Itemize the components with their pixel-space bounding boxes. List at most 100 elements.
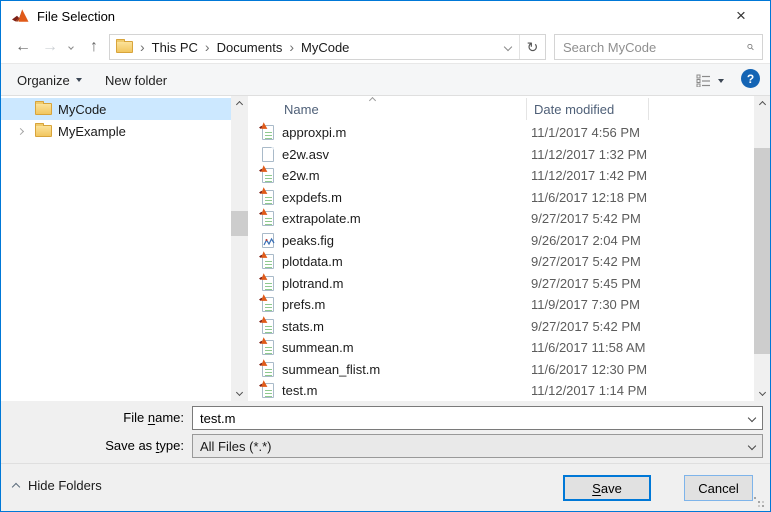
file-row[interactable]: e2w.asv 11/12/2017 1:32 PM xyxy=(248,144,754,166)
sidebar-item-label: MyExample xyxy=(58,123,126,139)
matlab-file-icon xyxy=(259,251,274,269)
expand-chevron-icon[interactable] xyxy=(16,127,25,135)
new-folder-button[interactable]: New folder xyxy=(97,68,175,92)
matlab-file-icon xyxy=(259,165,274,183)
breadcrumb-mycode[interactable]: MyCode xyxy=(301,40,349,55)
search-input[interactable] xyxy=(555,39,747,55)
forward-button[interactable]: → xyxy=(37,34,63,60)
file-row[interactable]: test.m 11/12/2017 1:14 PM xyxy=(248,380,754,402)
folder-icon xyxy=(116,39,133,53)
file-row[interactable]: stats.m 9/27/2017 5:42 PM xyxy=(248,315,754,338)
scroll-down-button[interactable] xyxy=(754,384,770,401)
scroll-up-button[interactable] xyxy=(231,96,248,113)
file-date-modified: 11/6/2017 12:30 PM xyxy=(531,361,648,377)
matlab-logo-icon xyxy=(12,9,29,22)
matlab-file-icon xyxy=(259,208,274,226)
fields-panel: File name: Save as type: All Files (*.*) xyxy=(1,401,770,463)
file-date-modified: 11/9/2017 7:30 PM xyxy=(531,297,640,312)
matlab-file-icon xyxy=(259,186,274,205)
file-name-input[interactable] xyxy=(192,406,763,430)
file-selection-dialog: File Selection × ← → ↑ › This PC › Docum… xyxy=(0,0,771,512)
file-row[interactable]: approxpi.m 11/1/2017 4:56 PM xyxy=(248,122,754,144)
scrollbar-thumb[interactable] xyxy=(231,211,248,236)
back-button[interactable]: ← xyxy=(9,34,37,60)
scroll-down-button[interactable] xyxy=(231,384,248,401)
file-row[interactable]: expdefs.m 11/6/2017 12:18 PM xyxy=(248,186,754,209)
file-row[interactable]: prefs.m 11/9/2017 7:30 PM xyxy=(248,294,754,316)
recent-locations-button[interactable] xyxy=(63,34,79,60)
help-button[interactable]: ? xyxy=(741,69,760,88)
organize-button[interactable]: Organize xyxy=(9,68,90,92)
close-button[interactable]: × xyxy=(724,1,758,30)
file-date-modified: 9/26/2017 2:04 PM xyxy=(531,232,641,248)
folder-tree-sidebar: MyCode MyExample xyxy=(1,96,231,401)
file-date-modified: 9/27/2017 5:42 PM xyxy=(531,211,641,226)
address-dropdown-button[interactable] xyxy=(497,35,519,59)
file-row[interactable]: summean_flist.m 11/6/2017 12:30 PM xyxy=(248,358,754,381)
refresh-button[interactable]: ↻ xyxy=(520,35,545,59)
matlab-file-icon xyxy=(259,337,274,355)
search-icon xyxy=(747,43,754,51)
file-row[interactable]: peaks.fig 9/26/2017 2:04 PM xyxy=(248,230,754,252)
file-name: prefs.m xyxy=(282,297,326,312)
dropdown-arrow-icon xyxy=(718,78,724,83)
file-name: stats.m xyxy=(282,318,324,334)
resize-grip[interactable] xyxy=(754,497,756,499)
search-box xyxy=(554,34,763,60)
chevron-down-icon xyxy=(235,388,244,397)
file-date-modified: 11/12/2017 1:14 PM xyxy=(531,383,648,398)
file-row[interactable]: plotdata.m 9/27/2017 5:42 PM xyxy=(248,251,754,273)
sidebar-item-myexample[interactable]: MyExample xyxy=(1,120,231,142)
window-title: File Selection xyxy=(37,8,116,24)
address-bar[interactable]: › This PC › Documents › MyCode ↻ xyxy=(109,34,546,60)
figure-file-icon xyxy=(262,232,275,248)
chevron-down-icon xyxy=(503,42,513,52)
file-row[interactable]: summean.m 11/6/2017 11:58 AM xyxy=(248,337,754,359)
file-row[interactable]: extrapolate.m 9/27/2017 5:42 PM xyxy=(248,208,754,230)
hide-folders-label: Hide Folders xyxy=(28,478,102,493)
file-name: e2w.m xyxy=(282,168,320,183)
file-name: plotdata.m xyxy=(282,254,343,269)
save-as-type-select[interactable]: All Files (*.*) xyxy=(192,434,763,458)
file-date-modified: 11/12/2017 1:42 PM xyxy=(531,168,648,183)
new-folder-label: New folder xyxy=(105,72,168,88)
file-list: approxpi.m 11/1/2017 4:56 PM e2w.asv 11/… xyxy=(248,122,754,401)
chevron-up-icon xyxy=(758,100,767,109)
folder-icon xyxy=(35,101,52,115)
file-row[interactable]: plotrand.m 9/27/2017 5:45 PM xyxy=(248,272,754,295)
column-divider[interactable] xyxy=(648,98,649,120)
breadcrumb-this-pc[interactable]: This PC xyxy=(152,40,198,55)
navigation-bar: ← → ↑ › This PC › Documents › MyCode ↻ xyxy=(1,31,770,63)
matlab-file-icon xyxy=(259,272,274,291)
file-name: expdefs.m xyxy=(282,189,342,205)
scroll-up-button[interactable] xyxy=(754,96,770,113)
footer-bar: Hide Folders Save Cancel xyxy=(1,463,770,511)
sort-ascending-icon xyxy=(368,96,377,105)
sidebar-item-mycode[interactable]: MyCode xyxy=(1,98,231,120)
chevron-up-icon xyxy=(11,482,21,492)
breadcrumb-documents[interactable]: Documents xyxy=(217,40,283,55)
column-divider[interactable] xyxy=(526,98,527,120)
folder-icon xyxy=(35,123,52,137)
file-row[interactable]: e2w.m 11/12/2017 1:42 PM xyxy=(248,165,754,187)
matlab-file-icon xyxy=(259,315,274,334)
scrollbar-thumb[interactable] xyxy=(754,148,770,354)
save-as-type-value: All Files (*.*) xyxy=(200,438,272,454)
file-name: peaks.fig xyxy=(282,232,335,248)
file-name: e2w.asv xyxy=(282,146,329,162)
file-name: test.m xyxy=(282,383,318,398)
up-button[interactable]: ↑ xyxy=(81,34,107,60)
column-header-date-modified[interactable]: Date modified xyxy=(534,102,614,117)
column-header-name[interactable]: Name xyxy=(284,102,319,117)
change-view-button[interactable] xyxy=(696,69,724,92)
dropdown-arrow-icon xyxy=(75,78,82,82)
sidebar-scrollbar[interactable] xyxy=(231,96,248,401)
file-list-scrollbar[interactable] xyxy=(754,96,770,401)
file-date-modified: 9/27/2017 5:42 PM xyxy=(531,318,641,334)
cancel-button[interactable]: Cancel xyxy=(684,475,753,501)
file-list-pane: Name Date modified approxpi.m 11/1/2017 … xyxy=(248,96,754,401)
breadcrumb-separator: › xyxy=(289,39,294,55)
matlab-file-icon xyxy=(259,122,274,140)
hide-folders-button[interactable]: Hide Folders xyxy=(11,478,102,493)
save-button[interactable]: Save xyxy=(563,475,651,501)
